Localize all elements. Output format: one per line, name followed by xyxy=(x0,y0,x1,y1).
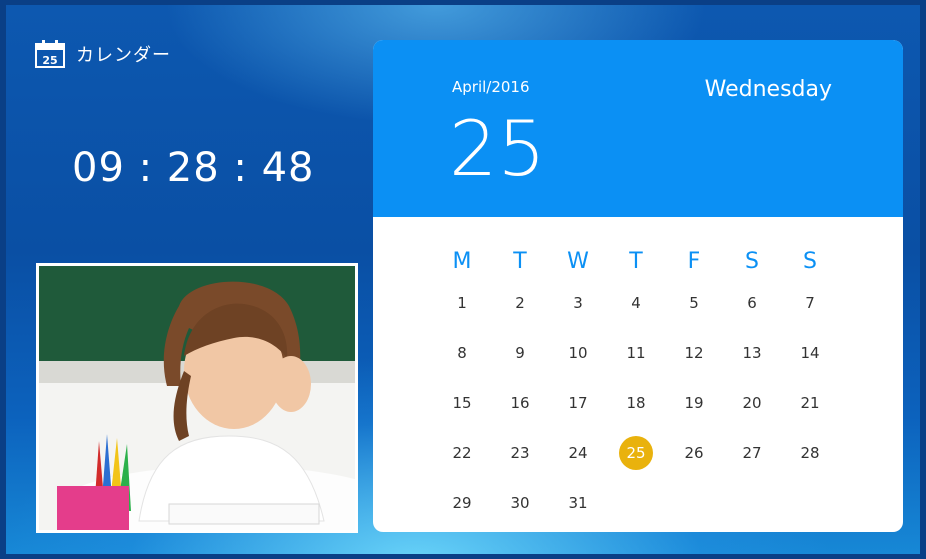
weekday-header: M xyxy=(452,248,472,274)
day-cell[interactable]: 14 xyxy=(781,336,839,370)
day-number[interactable]: 14 xyxy=(793,336,827,370)
day-cell[interactable]: 8 xyxy=(433,336,491,370)
day-number[interactable]: 13 xyxy=(735,336,769,370)
calendar-card: April/2016 Wednesday 25 M T W T F S S 12… xyxy=(373,40,903,532)
day-number[interactable]: 17 xyxy=(561,386,595,420)
day-number[interactable]: 30 xyxy=(503,486,537,520)
day-number xyxy=(735,486,769,520)
month-grid: M T W T F S S 1 2 3 4 5 6 7 8 9 10 11 12 13 14 15 16 17 1… xyxy=(433,244,903,528)
day-cell xyxy=(607,486,665,520)
day-cell xyxy=(665,486,723,520)
day-cell[interactable]: 1 xyxy=(433,286,491,320)
day-cell[interactable]: 30 xyxy=(491,486,549,520)
girl-reading-photo xyxy=(39,266,355,530)
day-number[interactable]: 28 xyxy=(793,436,827,470)
current-day-number: 25 xyxy=(449,104,546,193)
date-header: April/2016 Wednesday 25 xyxy=(373,40,903,217)
day-cell[interactable]: 21 xyxy=(781,386,839,420)
day-cell[interactable]: 11 xyxy=(607,336,665,370)
day-cell[interactable]: 27 xyxy=(723,436,781,470)
day-cell[interactable]: 16 xyxy=(491,386,549,420)
day-cell[interactable]: 9 xyxy=(491,336,549,370)
week-row: 15 16 17 18 19 20 21 xyxy=(433,378,903,428)
week-row: 29 30 31 xyxy=(433,478,903,528)
app-header: 25 カレンダー xyxy=(34,39,171,69)
weekday-header-row: M T W T F S S xyxy=(433,244,903,278)
day-number[interactable]: 26 xyxy=(677,436,711,470)
day-cell[interactable]: 13 xyxy=(723,336,781,370)
day-number[interactable]: 2 xyxy=(503,286,537,320)
day-cell[interactable]: 20 xyxy=(723,386,781,420)
weekday-header: F xyxy=(687,248,701,274)
day-cell[interactable]: 19 xyxy=(665,386,723,420)
day-cell[interactable]: 10 xyxy=(549,336,607,370)
day-cell xyxy=(781,486,839,520)
day-number[interactable]: 31 xyxy=(561,486,595,520)
day-number[interactable]: 6 xyxy=(735,286,769,320)
day-number[interactable]: 18 xyxy=(619,386,653,420)
photo-frame xyxy=(36,263,358,533)
weekday-header: S xyxy=(745,248,759,274)
day-number[interactable]: 1 xyxy=(445,286,479,320)
week-row: 8 9 10 11 12 13 14 xyxy=(433,328,903,378)
day-cell[interactable]: 2 xyxy=(491,286,549,320)
day-cell[interactable]: 31 xyxy=(549,486,607,520)
week-row: 22 23 24 25 26 27 28 xyxy=(433,428,903,478)
calendar-screen: 25 カレンダー 09 : 28 : 48 April/2016 Wednesd… xyxy=(6,5,920,554)
day-cell[interactable]: 23 xyxy=(491,436,549,470)
day-cell[interactable]: 18 xyxy=(607,386,665,420)
digital-clock: 09 : 28 : 48 xyxy=(72,145,315,191)
day-cell[interactable]: 15 xyxy=(433,386,491,420)
day-cell[interactable]: 28 xyxy=(781,436,839,470)
day-cell[interactable]: 29 xyxy=(433,486,491,520)
day-number[interactable]: 16 xyxy=(503,386,537,420)
day-number[interactable]: 11 xyxy=(619,336,653,370)
day-number[interactable]: 12 xyxy=(677,336,711,370)
calendar-icon: 25 xyxy=(35,40,65,68)
day-number xyxy=(677,486,711,520)
day-cell[interactable]: 17 xyxy=(549,386,607,420)
day-number[interactable]: 8 xyxy=(445,336,479,370)
day-number[interactable]: 15 xyxy=(445,386,479,420)
day-cell[interactable]: 7 xyxy=(781,286,839,320)
day-number[interactable]: 7 xyxy=(793,286,827,320)
weekday-header: S xyxy=(803,248,817,274)
day-cell[interactable]: 3 xyxy=(549,286,607,320)
day-number[interactable]: 3 xyxy=(561,286,595,320)
app-title: カレンダー xyxy=(76,45,171,66)
week-rows: 1 2 3 4 5 6 7 8 9 10 11 12 13 14 15 16 17 18 19 20 21 22 23 24 2… xyxy=(433,278,903,528)
day-number[interactable]: 19 xyxy=(677,386,711,420)
day-cell[interactable]: 22 xyxy=(433,436,491,470)
day-number[interactable]: 27 xyxy=(735,436,769,470)
day-cell xyxy=(723,486,781,520)
day-cell[interactable]: 6 xyxy=(723,286,781,320)
day-cell[interactable]: 5 xyxy=(665,286,723,320)
day-number xyxy=(793,486,827,520)
day-number xyxy=(619,486,653,520)
day-cell[interactable]: 25 xyxy=(607,436,665,470)
day-number[interactable]: 10 xyxy=(561,336,595,370)
today-day-number[interactable]: 25 xyxy=(619,436,653,470)
calendar-icon-day: 25 xyxy=(42,54,57,67)
day-number[interactable]: 23 xyxy=(503,436,537,470)
day-cell[interactable]: 4 xyxy=(607,286,665,320)
weekday-header: T xyxy=(629,248,643,274)
day-cell[interactable]: 24 xyxy=(549,436,607,470)
day-number[interactable]: 22 xyxy=(445,436,479,470)
weekday-header: T xyxy=(513,248,527,274)
day-number[interactable]: 9 xyxy=(503,336,537,370)
day-cell[interactable]: 26 xyxy=(665,436,723,470)
weekday-label: Wednesday xyxy=(704,77,832,102)
day-number[interactable]: 4 xyxy=(619,286,653,320)
day-number[interactable]: 24 xyxy=(561,436,595,470)
weekday-header: W xyxy=(567,248,589,274)
day-number[interactable]: 29 xyxy=(445,486,479,520)
day-number[interactable]: 21 xyxy=(793,386,827,420)
month-year-label: April/2016 xyxy=(452,78,530,96)
day-number[interactable]: 5 xyxy=(677,286,711,320)
day-number[interactable]: 20 xyxy=(735,386,769,420)
day-cell[interactable]: 12 xyxy=(665,336,723,370)
week-row: 1234567 xyxy=(433,278,903,328)
